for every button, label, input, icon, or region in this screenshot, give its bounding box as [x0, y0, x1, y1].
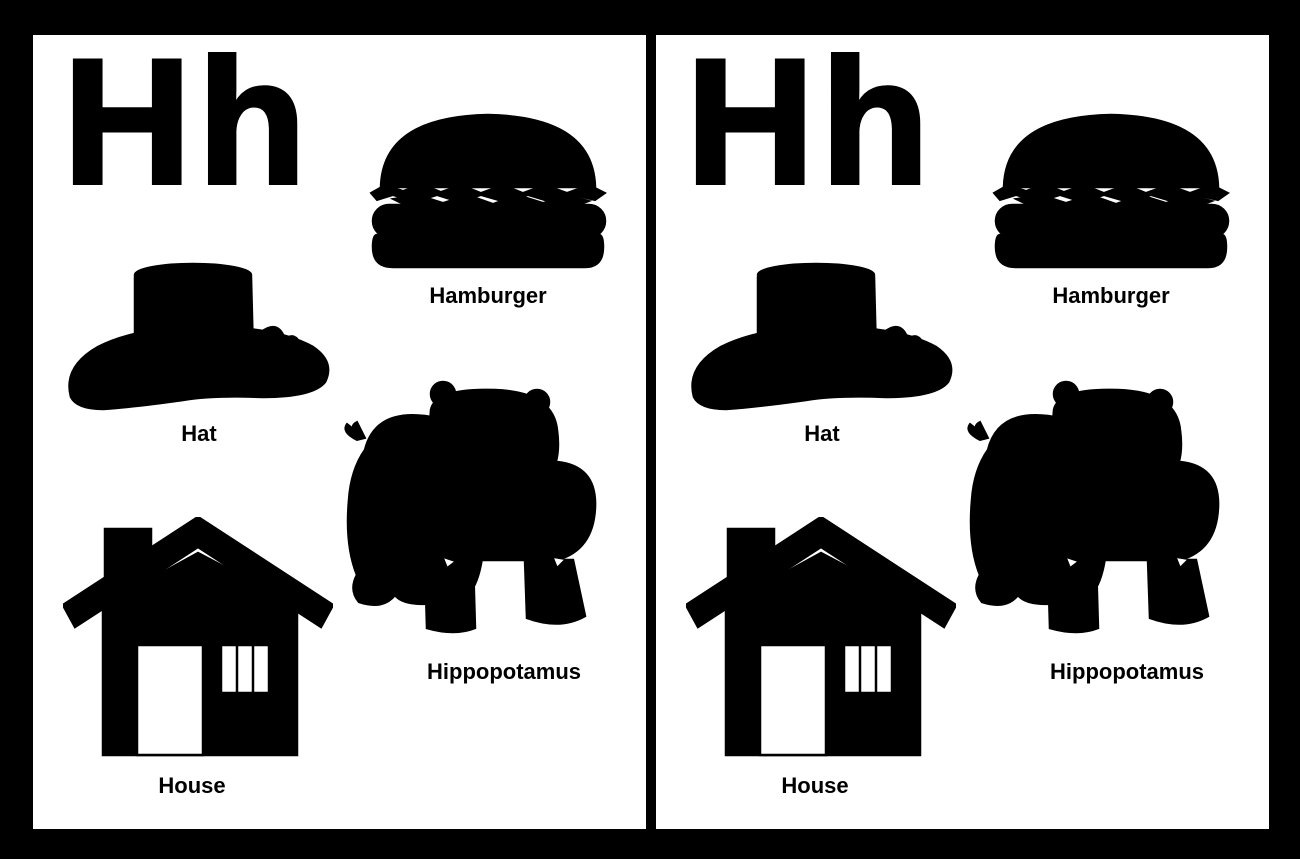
letter-heading: Hh — [61, 22, 313, 221]
hamburger-outline — [992, 113, 1230, 269]
hamburger-label: Hamburger — [429, 283, 547, 308]
house-label: House — [158, 773, 226, 798]
house-label: House — [781, 773, 849, 798]
hamburger-label: Hamburger — [1052, 283, 1170, 308]
hippopotamus-label: Hippopotamus — [427, 659, 581, 684]
color-worksheet: Hh #sheet-color .bun-top, #sheet-color .… — [33, 22, 646, 829]
hat-label: Hat — [804, 421, 840, 446]
hat-illustration — [68, 262, 330, 411]
hat-outline — [691, 262, 953, 411]
hippopotamus-illustration — [344, 380, 597, 634]
house-outline — [686, 517, 956, 757]
outline-worksheet: #sheet-outline .bun-top, #sheet-outline … — [656, 22, 1269, 829]
hippopotamus-outline — [967, 380, 1220, 634]
hippopotamus-label: Hippopotamus — [1050, 659, 1204, 684]
hat-label: Hat — [181, 421, 217, 446]
letter-heading: Hh — [684, 22, 936, 221]
hamburger-illustration: #sheet-color .bun-top, #sheet-color .bun… — [369, 113, 607, 269]
house-illustration — [63, 517, 333, 757]
